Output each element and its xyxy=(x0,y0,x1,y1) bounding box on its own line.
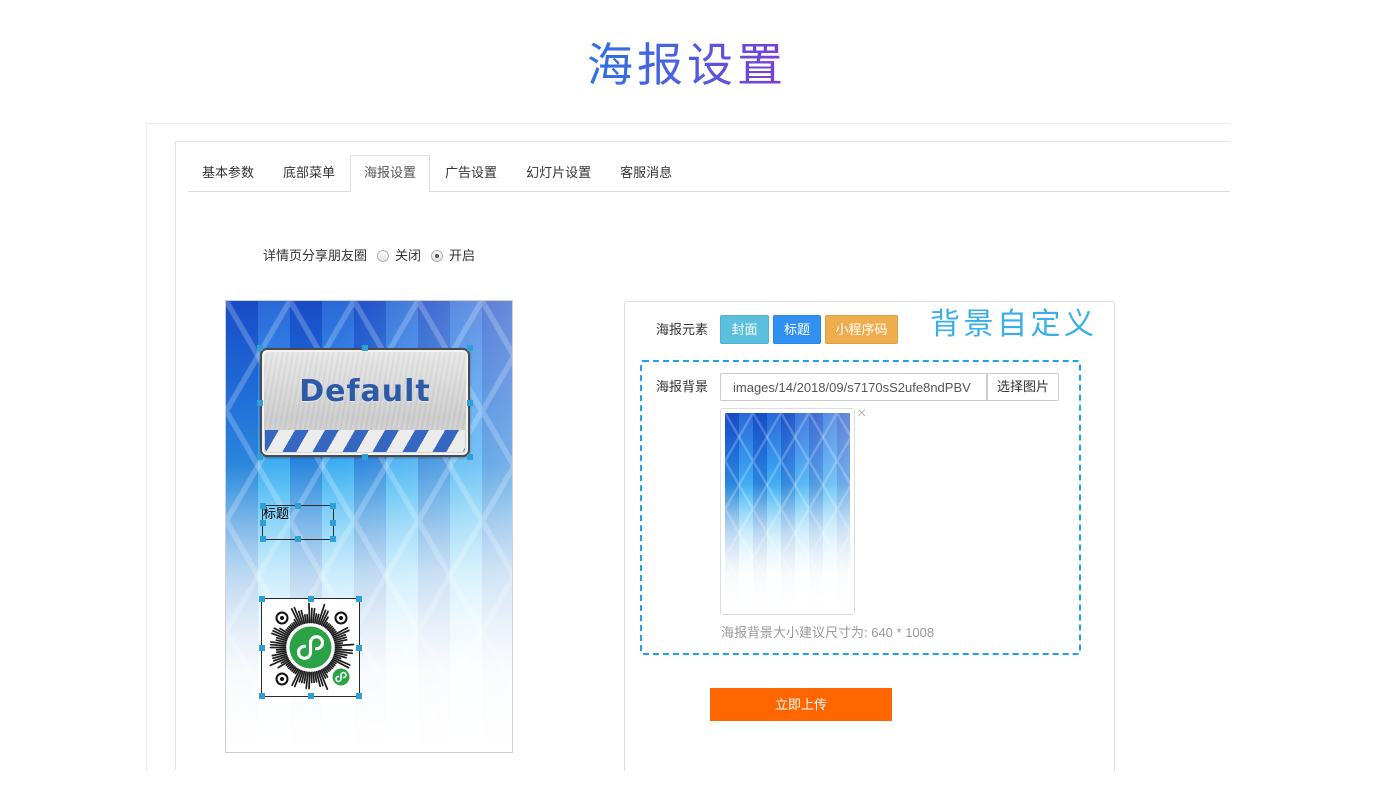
resize-handle-bottom-right[interactable] xyxy=(356,693,362,699)
resize-handle-bottom-right[interactable] xyxy=(467,454,473,460)
resize-handle-right[interactable] xyxy=(356,644,362,651)
share-off-label: 关闭 xyxy=(395,248,422,263)
cover-default-image: Default xyxy=(260,348,470,457)
tab-bottom-menu[interactable]: 底部菜单 xyxy=(269,155,349,191)
background-size-hint: 海报背景大小建议尺寸为: 640 * 1008 xyxy=(721,625,935,640)
resize-handle-top-right[interactable] xyxy=(356,596,362,602)
resize-handle-left[interactable] xyxy=(259,644,265,651)
poster-title-text: 标题 xyxy=(263,506,290,521)
share-on-radio[interactable] xyxy=(431,250,444,262)
share-moments-label: 详情页分享朋友圈 xyxy=(263,248,368,263)
resize-handle-left[interactable] xyxy=(260,519,266,526)
qr-ray xyxy=(334,648,354,652)
qr-eye-top-right xyxy=(334,611,348,625)
poster-qrcode-element[interactable] xyxy=(259,596,362,699)
share-off-radio[interactable] xyxy=(377,250,390,262)
poster-cover-element[interactable]: Default xyxy=(257,345,473,460)
resize-handle-bottom[interactable] xyxy=(362,454,368,460)
resize-handle-top[interactable] xyxy=(362,345,368,351)
share-on-label: 开启 xyxy=(449,248,476,263)
background-setting-highlight: 海报背景 选择图片 × 海报背景大小建议尺寸为: 640 * 1008 xyxy=(640,360,1081,655)
resize-handle-left[interactable] xyxy=(257,399,263,406)
resize-handle-bottom-right[interactable] xyxy=(330,536,336,542)
choose-image-button[interactable]: 选择图片 xyxy=(987,373,1059,401)
upload-now-button[interactable]: 立即上传 xyxy=(710,688,892,721)
qr-ray xyxy=(308,671,311,690)
qr-ray xyxy=(275,650,287,654)
add-cover-button[interactable]: 封面 xyxy=(720,315,769,344)
qr-ray xyxy=(312,671,316,684)
background-thumbnail xyxy=(720,408,855,615)
cover-stripes xyxy=(265,430,465,452)
qr-ray xyxy=(275,648,287,651)
resize-handle-right[interactable] xyxy=(467,399,473,406)
resize-handle-bottom[interactable] xyxy=(307,693,314,699)
mini-program-code-icon xyxy=(269,602,355,691)
resize-handle-top-right[interactable] xyxy=(330,503,336,509)
resize-handle-bottom[interactable] xyxy=(295,536,301,542)
resize-handle-top-left[interactable] xyxy=(257,345,263,351)
qr-ray xyxy=(312,607,316,624)
resize-handle-top[interactable] xyxy=(295,503,301,509)
poster-elements-label: 海报元素 xyxy=(656,322,709,337)
tab-slideshow-settings[interactable]: 幻灯片设置 xyxy=(512,155,605,191)
resize-handle-top-left[interactable] xyxy=(259,596,265,602)
custom-background-annotation: 背景自定义 xyxy=(930,308,1098,341)
tab-customer-service[interactable]: 客服消息 xyxy=(606,155,686,191)
add-title-button[interactable]: 标题 xyxy=(773,315,821,344)
close-icon[interactable]: × xyxy=(857,406,866,422)
resize-handle-top-right[interactable] xyxy=(467,345,473,351)
share-on-option[interactable]: 开启 xyxy=(431,247,475,265)
qr-ray xyxy=(308,602,311,624)
background-thumbnail-image xyxy=(725,413,850,610)
share-moments-setting: 详情页分享朋友圈 关闭 开启 xyxy=(263,247,475,265)
poster-title-element[interactable]: 标题 xyxy=(260,503,336,542)
qr-eye-bottom-left xyxy=(275,672,289,686)
qr-ray xyxy=(303,614,308,624)
cover-default-text: Default xyxy=(299,374,431,409)
resize-handle-bottom-left[interactable] xyxy=(257,454,263,460)
tab-poster-settings[interactable]: 海报设置 xyxy=(350,155,431,192)
poster-config-panel: 海报元素 封面 标题 小程序码 背景自定义 海报背景 选择图片 × 海报背景大小… xyxy=(624,301,1115,771)
qr-ray xyxy=(334,643,355,647)
poster-background-label: 海报背景 xyxy=(656,379,709,394)
resize-handle-right[interactable] xyxy=(330,519,336,526)
poster-preview-canvas: Default 标题 xyxy=(225,300,513,753)
share-off-option[interactable]: 关闭 xyxy=(377,247,421,265)
qr-ray xyxy=(269,643,287,647)
resize-handle-bottom-left[interactable] xyxy=(260,536,266,542)
tab-bar: 基本参数 底部菜单 海报设置 广告设置 幻灯片设置 客服消息 xyxy=(188,155,1230,192)
tab-basic-params[interactable]: 基本参数 xyxy=(188,155,268,191)
qr-ray xyxy=(334,642,344,645)
resize-handle-top[interactable] xyxy=(307,596,314,602)
page-title: 海报设置 xyxy=(587,39,787,91)
screen: 海报设置 基本参数 底部菜单 海报设置 广告设置 幻灯片设置 客服消息 详情页分… xyxy=(0,0,1400,800)
qr-ray xyxy=(306,613,309,624)
resize-handle-bottom-left[interactable] xyxy=(259,693,265,699)
background-path-input[interactable] xyxy=(720,373,987,401)
qr-eye-top-left xyxy=(275,611,289,625)
resize-handle-top-left[interactable] xyxy=(260,503,266,509)
add-mini-program-code-button[interactable]: 小程序码 xyxy=(825,315,898,344)
tab-ad-settings[interactable]: 广告设置 xyxy=(431,155,511,191)
